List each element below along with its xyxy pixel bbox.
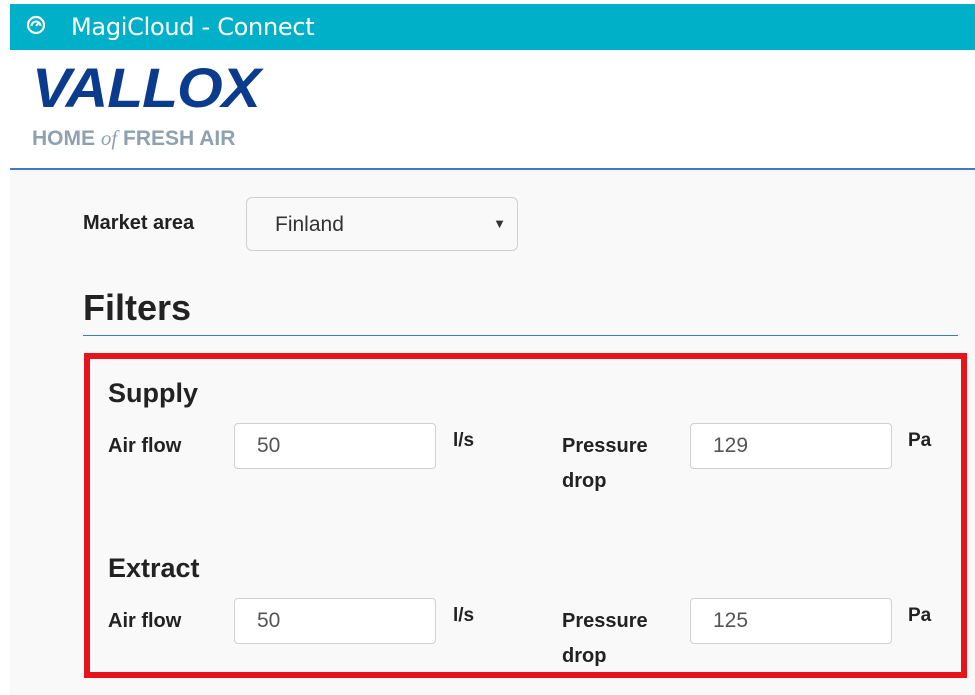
magicloud-app-icon [26,15,46,35]
extract-airflow-unit: l/s [453,605,475,626]
vallox-logo: VALLOX [32,56,261,119]
supply-pressure-label-line2: drop [562,470,607,492]
window-titlebar: MagiCloud - Connect [10,4,975,50]
extract-airflow-label: Air flow [108,610,182,632]
supply-airflow-unit: l/s [453,430,475,451]
logo-tagline: HOME of FRESH AIR [32,126,236,150]
extract-pressure-input[interactable] [690,598,892,644]
extract-pressure-label-line2: drop [562,645,607,667]
supply-airflow-input[interactable] [234,423,436,469]
supply-pressure-label-line1: Pressure [562,435,648,457]
market-area-label: Market area [83,212,195,234]
page-title: Filters [83,287,192,328]
extract-pressure-unit: Pa [908,605,932,626]
caret-down-icon: ▼ [493,216,506,231]
section-divider [83,335,958,336]
supply-airflow-label: Air flow [108,435,182,457]
supply-pressure-unit: Pa [908,430,932,451]
supply-title: Supply [108,378,199,408]
main-content: Market area Finland ▼ Filters Supply Air… [10,170,975,695]
market-area-select[interactable]: Finland ▼ [246,197,518,251]
supply-pressure-input[interactable] [690,423,892,469]
extract-pressure-label-line1: Pressure [562,610,648,632]
window-title: MagiCloud - Connect [71,13,315,41]
extract-airflow-input[interactable] [234,598,436,644]
extract-title: Extract [108,553,200,583]
market-area-value: Finland [275,213,344,236]
logo-header: VALLOX HOME of FRESH AIR [10,50,975,168]
